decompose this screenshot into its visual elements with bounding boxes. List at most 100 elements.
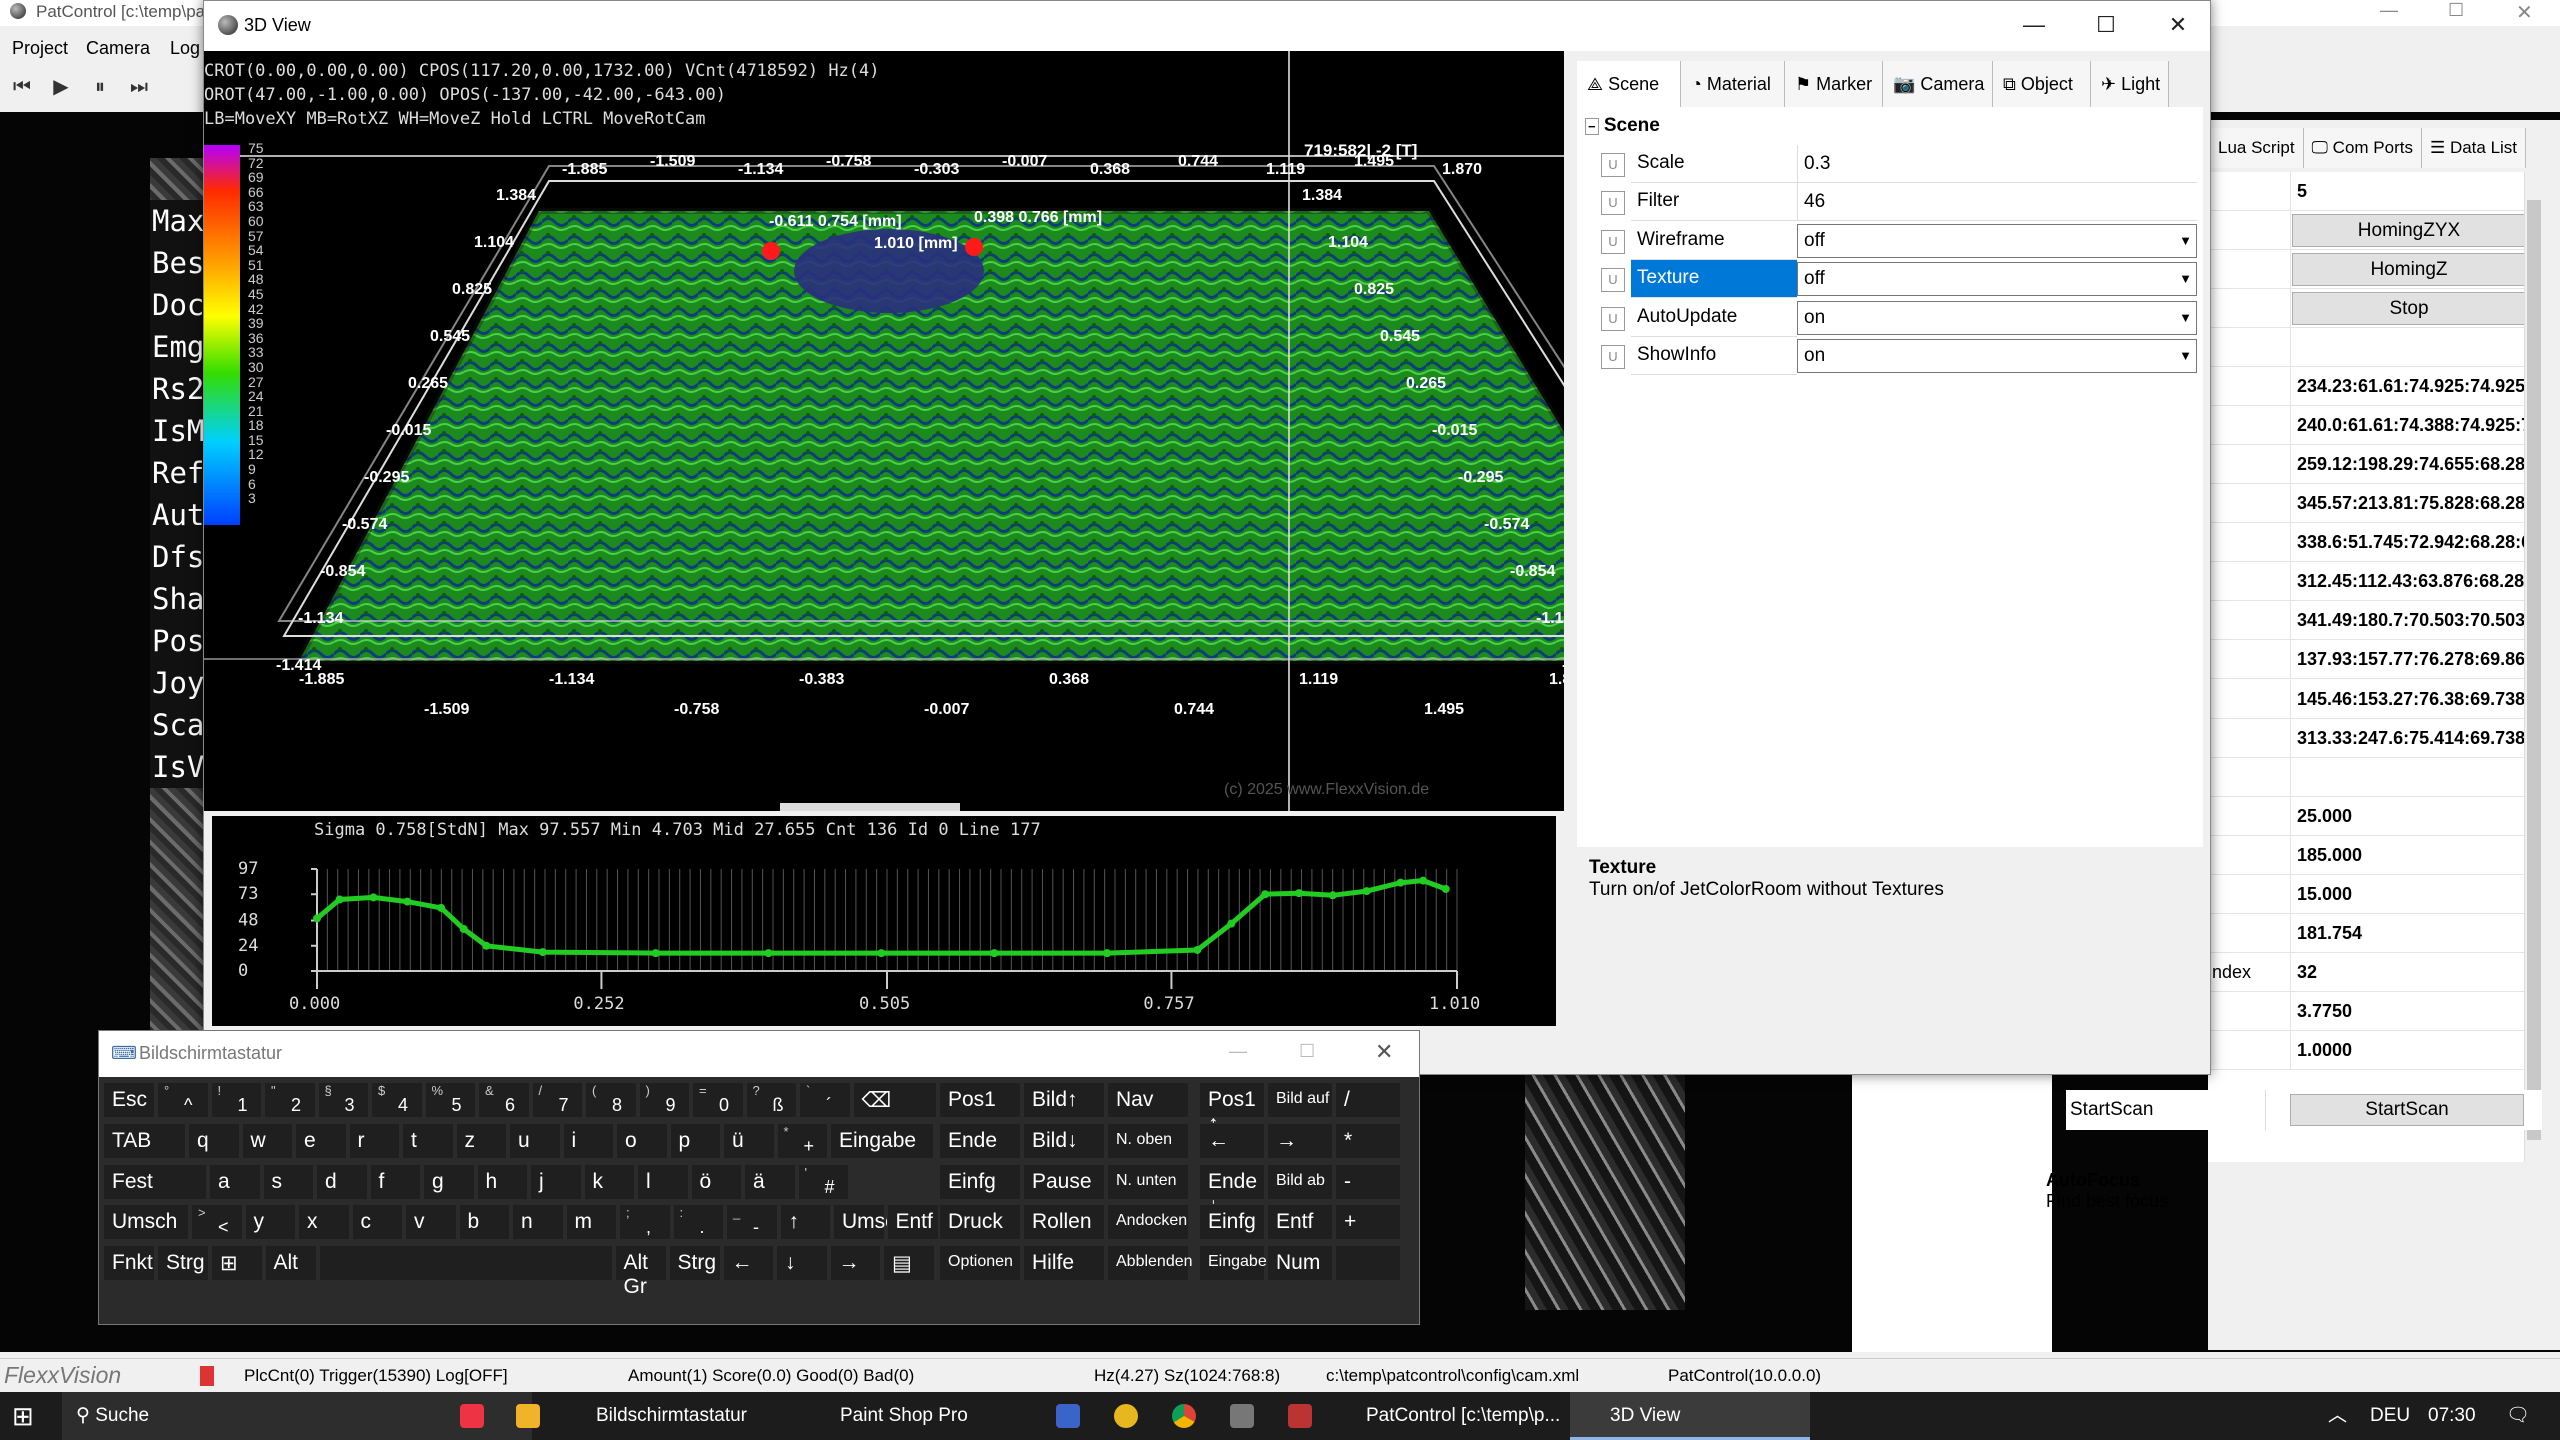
key[interactable]: TAB xyxy=(103,1123,186,1159)
numpad-key[interactable]: - xyxy=(1335,1164,1401,1200)
property-name[interactable]: AutoUpdate xyxy=(1631,299,1797,337)
key[interactable]: v xyxy=(405,1204,457,1240)
numpad-key[interactable] xyxy=(1335,1245,1401,1281)
dropdown-arrow-icon[interactable]: ▼ xyxy=(2179,225,2192,257)
menu-camera[interactable]: Camera xyxy=(86,38,150,59)
windows-start-icon[interactable]: ⊞ xyxy=(12,1392,34,1440)
notification-icon[interactable]: 🗨 xyxy=(2506,1392,2530,1440)
3d-minimize-button[interactable]: — xyxy=(2014,7,2054,43)
scene-group-header[interactable]: − Scene xyxy=(1585,115,1660,137)
tray-language[interactable]: DEU xyxy=(2370,1392,2410,1440)
key[interactable]: ö xyxy=(690,1164,742,1200)
menu-project[interactable]: Project xyxy=(12,38,68,59)
key[interactable]: Fnkt xyxy=(103,1245,155,1281)
key[interactable]: Umsch xyxy=(833,1204,907,1240)
key[interactable]: Fest xyxy=(103,1164,207,1200)
keyboard-close-button[interactable]: ✕ xyxy=(1375,1039,1393,1065)
key[interactable]: f xyxy=(369,1164,421,1200)
numpad-key[interactable]: + xyxy=(1335,1204,1401,1240)
key[interactable]: (8 xyxy=(585,1082,637,1118)
maximize-button[interactable]: ☐ xyxy=(2448,0,2464,21)
grid-row-button[interactable]: Stop xyxy=(2292,292,2526,326)
keyboard-minimize-button[interactable]: — xyxy=(1229,1041,1247,1062)
tray-time[interactable]: 07:30 xyxy=(2428,1392,2476,1440)
save-icon[interactable] xyxy=(1056,1404,1080,1428)
key[interactable]: = 0 xyxy=(692,1082,744,1118)
key[interactable]: ` ´ xyxy=(799,1082,851,1118)
property-dropdown[interactable]: off ▼ xyxy=(1797,223,2197,258)
tab-lua-script[interactable]: Lua Script xyxy=(2208,128,2304,168)
numpad-key[interactable]: Einfg xyxy=(1199,1204,1265,1240)
key[interactable]: a xyxy=(209,1164,261,1200)
key[interactable]: e xyxy=(295,1123,347,1159)
key[interactable]: t xyxy=(402,1123,454,1159)
key[interactable]: u xyxy=(509,1123,561,1159)
property-lock-icon[interactable]: U xyxy=(1601,345,1625,369)
key[interactable]: " 2 xyxy=(264,1082,316,1118)
key[interactable]: ;, xyxy=(619,1204,671,1240)
key[interactable]: m xyxy=(565,1204,617,1240)
key[interactable]: > < xyxy=(191,1204,243,1240)
property-name[interactable]: ShowInfo xyxy=(1631,337,1797,375)
key[interactable]: w xyxy=(241,1123,293,1159)
key[interactable]: ↑ xyxy=(779,1204,831,1240)
key[interactable]: Eingabe xyxy=(830,1123,934,1159)
nav-key[interactable]: Druck xyxy=(939,1204,1021,1240)
property-dropdown[interactable]: on ▼ xyxy=(1797,300,2197,335)
key[interactable]: p xyxy=(669,1123,721,1159)
numpad-key[interactable]: Num xyxy=(1267,1245,1333,1281)
tab-marker[interactable]: ⚑ Marker xyxy=(1785,61,1883,107)
property-dropdown[interactable]: on ▼ xyxy=(1797,339,2197,373)
tab-com-ports[interactable]: 🖵 Com Ports xyxy=(2303,128,2422,168)
nav-key[interactable]: N. oben xyxy=(1107,1123,1189,1159)
tab-camera[interactable]: 📷 Camera xyxy=(1883,61,1993,107)
taskbar-app-icon-4[interactable] xyxy=(1288,1404,1312,1428)
startscan-button[interactable]: StartScan xyxy=(2290,1094,2524,1126)
key[interactable]: ? ß xyxy=(745,1082,797,1118)
taskbar-app-icon-2[interactable] xyxy=(1114,1404,1138,1428)
nav-key[interactable]: Einfg xyxy=(939,1164,1021,1200)
nav-key[interactable]: Nav xyxy=(1107,1082,1189,1118)
key[interactable] xyxy=(318,1245,613,1281)
nav-key[interactable]: Ende xyxy=(939,1123,1021,1159)
key[interactable]: ! 1 xyxy=(210,1082,262,1118)
key[interactable]: d xyxy=(316,1164,368,1200)
nav-key[interactable]: Hilfe xyxy=(1023,1245,1105,1281)
property-lock-icon[interactable]: U xyxy=(1601,306,1625,331)
collapse-icon[interactable]: − xyxy=(1585,118,1599,135)
property-lock-icon[interactable]: U xyxy=(1601,191,1625,216)
key[interactable]: h xyxy=(476,1164,528,1200)
key[interactable]: x xyxy=(298,1204,350,1240)
close-button[interactable]: ✕ xyxy=(2516,0,2533,25)
3d-maximize-button[interactable]: ☐ xyxy=(2086,7,2126,43)
taskbar-item-keyboard[interactable]: Bildschirmtastatur xyxy=(566,1392,759,1440)
taskbar-app-icon-3[interactable] xyxy=(1230,1404,1254,1428)
key[interactable]: Strg xyxy=(668,1245,721,1281)
key[interactable]: _ - xyxy=(726,1204,778,1240)
property-name[interactable]: Scale xyxy=(1631,145,1797,183)
key[interactable]: i xyxy=(562,1123,614,1159)
tab-material[interactable]: ◔ Material xyxy=(1681,61,1785,107)
menu-log[interactable]: Log xyxy=(170,38,200,59)
key[interactable]: z xyxy=(455,1123,507,1159)
numpad-key[interactable]: Pos1 ↑ xyxy=(1199,1082,1265,1135)
key[interactable]: c xyxy=(351,1204,403,1240)
numpad-key[interactable]: ← xyxy=(1199,1123,1265,1159)
minimize-button[interactable]: — xyxy=(2380,0,2398,21)
tab-scene[interactable]: ⟁ Scene xyxy=(1577,61,1681,107)
key[interactable]: ⌫ xyxy=(852,1082,937,1118)
key[interactable]: Alt Gr xyxy=(614,1245,667,1298)
key[interactable]: y xyxy=(244,1204,296,1240)
taskbar-item-paintshop[interactable]: Paint Shop Pro xyxy=(810,1392,980,1440)
key[interactable]: o xyxy=(616,1123,668,1159)
property-lock-icon[interactable]: U xyxy=(1601,268,1625,293)
key[interactable]: g xyxy=(423,1164,475,1200)
key[interactable]: Umsch xyxy=(103,1204,189,1240)
property-value[interactable]: 46 xyxy=(1797,183,2197,222)
numpad-key[interactable]: → xyxy=(1267,1123,1333,1159)
taskbar-app-icon-1[interactable] xyxy=(460,1404,484,1428)
key[interactable]: ← xyxy=(722,1245,774,1281)
tray-chevron-icon[interactable]: ︿ xyxy=(2328,1392,2347,1440)
key[interactable]: § 3 xyxy=(317,1082,369,1118)
key[interactable]: * + xyxy=(776,1123,828,1159)
